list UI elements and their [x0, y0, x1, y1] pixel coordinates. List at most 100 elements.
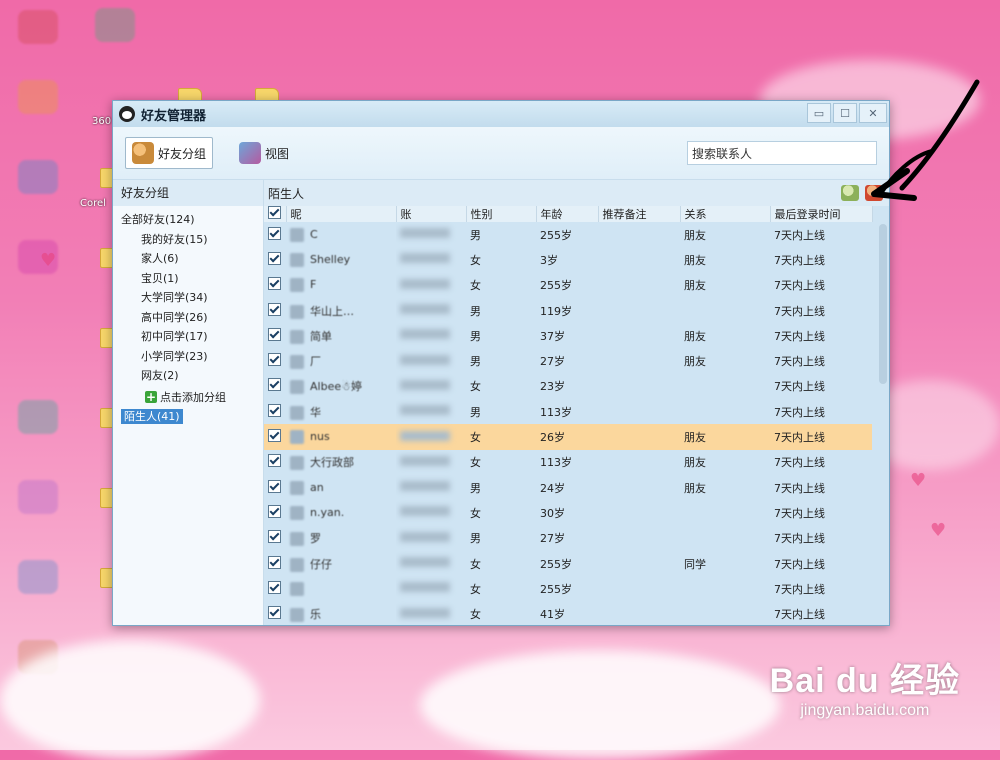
table-row[interactable]: Albee☃婷 女 23岁 7天内上线 [264, 374, 872, 399]
friends-icon [132, 142, 154, 164]
sidebar-item-group[interactable]: 初中同学(17) [113, 327, 263, 347]
age-cell: 37岁 [540, 329, 565, 343]
row-checkbox[interactable] [264, 348, 286, 373]
table-row[interactable]: n.yan. 女 30岁 7天内上线 [264, 500, 872, 525]
avatar [290, 227, 304, 242]
age-cell: 255岁 [540, 557, 572, 571]
heart-decoration: ♥ [40, 250, 57, 271]
nick-cell: 华山上… [286, 298, 396, 323]
row-checkbox[interactable] [264, 399, 286, 424]
maximize-button[interactable]: ☐ [833, 103, 857, 123]
row-checkbox[interactable] [264, 273, 286, 298]
sidebar-item-group[interactable]: 高中同学(26) [113, 308, 263, 328]
gender-cell: 男 [470, 532, 481, 546]
nick-text: n.yan. [310, 505, 345, 519]
column-header-relation[interactable]: 关系 [680, 206, 771, 222]
table-row[interactable]: 女 255岁 7天内上线 [264, 576, 872, 601]
column-header-account[interactable]: 账 [396, 206, 467, 222]
row-checkbox[interactable] [264, 298, 286, 323]
remark-cell [598, 450, 680, 475]
sidebar-item-strangers[interactable]: 陌生人(41) [113, 407, 263, 427]
row-checkbox[interactable] [264, 247, 286, 272]
table-row[interactable]: 仔仔 女 255岁 同学 7天内上线 [264, 551, 872, 576]
strangers-label: 陌生人(41) [121, 409, 183, 424]
sidebar-item-group[interactable]: 宝贝(1) [113, 269, 263, 289]
gender-cell: 女 [466, 424, 536, 450]
view-button[interactable]: 视图 [233, 138, 295, 168]
last-login-cell: 7天内上线 [774, 228, 825, 242]
add-group-button[interactable]: + 点击添加分组 [113, 388, 263, 408]
cloud-decoration [420, 650, 780, 760]
column-header-gender[interactable]: 性别 [466, 206, 537, 222]
table-row[interactable]: 乐 女 41岁 7天内上线 [264, 601, 872, 626]
sidebar-item-group[interactable]: 大学同学(34) [113, 288, 263, 308]
scrollbar-thumb[interactable] [879, 224, 887, 384]
friend-manager-window: 好友管理器 ▭ ☐ ✕ 好友分组 视图 好友分组 全部好友(124) 我的好友(… [112, 100, 890, 626]
relation-cell [680, 500, 770, 525]
remark-cell [598, 273, 680, 298]
desktop-icon[interactable] [18, 80, 58, 114]
nick-cell: Albee☃婷 [286, 374, 396, 399]
table-row[interactable]: 罗 男 27岁 7天内上线 [264, 526, 872, 551]
desktop-icon[interactable] [95, 8, 135, 42]
last-login-cell: 7天内上线 [774, 253, 825, 267]
add-friend-icon[interactable] [841, 185, 859, 201]
table-row[interactable]: 华 男 113岁 7天内上线 [264, 399, 872, 424]
sidebar-item-all-friends[interactable]: 全部好友(124) [113, 210, 263, 230]
gender-cell: 男 [470, 329, 481, 343]
desktop-icon[interactable] [18, 400, 58, 434]
column-header-age[interactable]: 年龄 [536, 206, 599, 222]
sidebar-item-group[interactable]: 家人(6) [113, 249, 263, 269]
row-checkbox[interactable] [264, 475, 286, 500]
row-checkbox[interactable] [264, 450, 286, 475]
row-checkbox[interactable] [264, 323, 286, 348]
column-header-nick[interactable]: 昵 [286, 206, 397, 222]
sidebar-item-group[interactable]: 我的好友(15) [113, 230, 263, 250]
row-checkbox[interactable] [264, 374, 286, 399]
title-bar[interactable]: 好友管理器 ▭ ☐ ✕ [113, 101, 889, 127]
avatar [290, 278, 304, 293]
remark-cell [598, 247, 680, 272]
desktop-icon[interactable] [18, 560, 58, 594]
relation-cell [680, 399, 770, 424]
avatar [290, 557, 304, 572]
column-header-remark[interactable]: 推荐备注 [598, 206, 681, 222]
table-row[interactable]: 华山上… 男 119岁 7天内上线 [264, 298, 872, 323]
row-checkbox[interactable] [264, 576, 286, 601]
search-input[interactable] [687, 141, 877, 165]
minimize-button[interactable]: ▭ [807, 103, 831, 123]
column-header-last-login[interactable]: 最后登录时间 [770, 206, 873, 222]
blurred-account [400, 531, 450, 542]
account-cell [396, 551, 466, 576]
select-all-checkbox[interactable] [264, 206, 287, 222]
row-checkbox[interactable] [264, 601, 286, 626]
nick-text: 厂 [310, 355, 321, 369]
table-row[interactable]: 大行政部 女 113岁 朋友 7天内上线 [264, 450, 872, 475]
desktop-icon[interactable] [18, 10, 58, 44]
table-row[interactable]: F 女 255岁 朋友 7天内上线 [264, 273, 872, 298]
table-row[interactable]: nus 女 26岁 朋友 7天内上线 [264, 424, 872, 450]
age-cell: 255岁 [540, 228, 572, 242]
desktop-icon[interactable] [18, 480, 58, 514]
row-checkbox[interactable] [264, 500, 286, 525]
watermark-url: jingyan.baidu.com [800, 702, 930, 719]
avatar [290, 252, 304, 267]
blurred-account [400, 481, 450, 492]
table-row[interactable]: Shelley 女 3岁 朋友 7天内上线 [264, 247, 872, 272]
row-checkbox[interactable] [264, 222, 286, 247]
table-row[interactable]: C 男 255岁 朋友 7天内上线 [264, 222, 872, 247]
blurred-account [400, 430, 450, 441]
desktop-icon[interactable] [18, 160, 58, 194]
gender-cell: 男 [470, 355, 481, 369]
row-checkbox[interactable] [264, 551, 286, 576]
sidebar-item-group[interactable]: 网友(2) [113, 366, 263, 386]
sidebar-item-group[interactable]: 小学同学(23) [113, 347, 263, 367]
friend-group-button[interactable]: 好友分组 [125, 137, 214, 169]
row-checkbox[interactable] [264, 526, 286, 551]
table-row[interactable]: 厂 男 27岁 朋友 7天内上线 [264, 348, 872, 373]
window-title: 好友管理器 [141, 108, 207, 124]
table-row[interactable]: 简单 男 37岁 朋友 7天内上线 [264, 323, 872, 348]
relation-cell [680, 526, 770, 551]
table-row[interactable]: an 男 24岁 朋友 7天内上线 [264, 475, 872, 500]
row-checkbox[interactable] [264, 424, 286, 450]
